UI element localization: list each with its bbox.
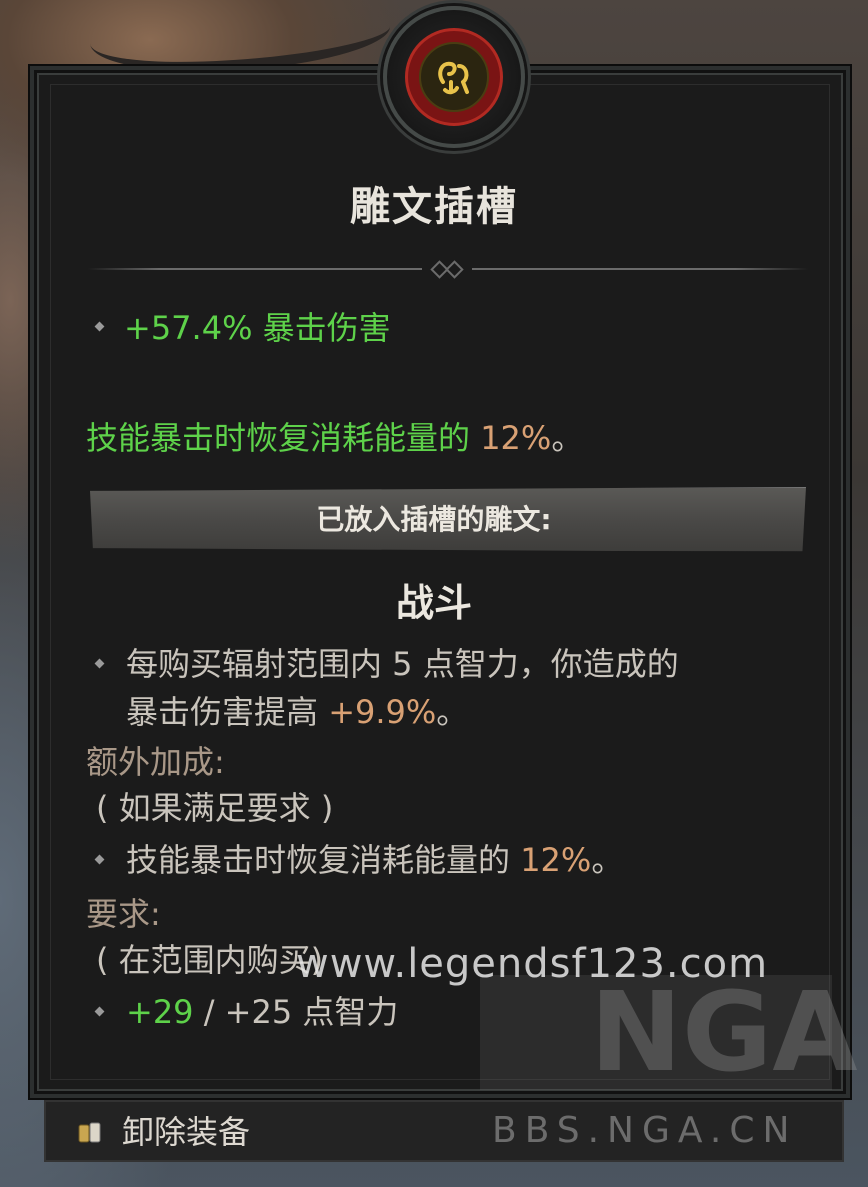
requirement-text: +25 点智力 — [224, 993, 399, 1031]
socketed-glyph-banner-text: 已放入插槽的雕文: — [316, 503, 552, 536]
bonus-text: 技能暴击时恢复消耗能量的 — [126, 841, 521, 879]
keycap-icon — [78, 1122, 102, 1144]
effect-text: 技能暴击时恢复消耗能量的 — [86, 419, 481, 457]
tooltip-title: 雕文插槽 — [350, 183, 518, 230]
emblem-ring — [405, 28, 503, 126]
watermark-brand: NGA — [590, 968, 858, 1096]
effect-line: 技能暴击时恢复消耗能量的 12%。 — [86, 418, 583, 458]
unequip-label: 卸除装备 — [122, 1113, 251, 1151]
effect-value: 12% — [480, 419, 552, 457]
requirement-condition: ( 在范围内购买) — [96, 941, 324, 979]
stat-line: +57.4% 暴击伤害 — [124, 308, 391, 348]
requirement-separator: / — [193, 993, 225, 1031]
stat-value: +57.4% — [124, 309, 253, 347]
glyph-desc-suffix: 。 — [436, 693, 469, 731]
glyph-icon — [419, 42, 489, 112]
glyph-socket-emblem — [383, 6, 525, 148]
watermark-site: BBS.NGA.CN — [492, 1110, 798, 1151]
requirement-current: +29 — [126, 993, 194, 1031]
glyph-desc-line-2: 暴击伤害提高 +9.9%。 — [126, 692, 468, 732]
bonus-condition: ( 如果满足要求 ) — [96, 789, 334, 827]
glyph-name: 战斗 — [395, 580, 472, 625]
glyph-desc-text: 暴击伤害提高 — [126, 693, 329, 731]
bonus-label: 额外加成: — [86, 743, 225, 781]
bonus-suffix: 。 — [591, 841, 624, 879]
stat-text: 暴击伤害 — [252, 309, 391, 347]
glyph-desc-value: +9.9% — [328, 693, 437, 731]
effect-suffix: 。 — [551, 419, 584, 457]
requirement-label: 要求: — [86, 895, 161, 933]
bonus-effect-line: 技能暴击时恢复消耗能量的 12%。 — [126, 840, 623, 880]
glyph-desc-line-1: 每购买辐射范围内 5 点智力，你造成的 — [126, 645, 679, 683]
divider-ornament — [422, 259, 472, 279]
bonus-value: 12% — [520, 841, 592, 879]
watermark-url: www.legendsf123.com — [296, 941, 769, 987]
requirement-line: +29 / +25 点智力 — [126, 992, 398, 1032]
